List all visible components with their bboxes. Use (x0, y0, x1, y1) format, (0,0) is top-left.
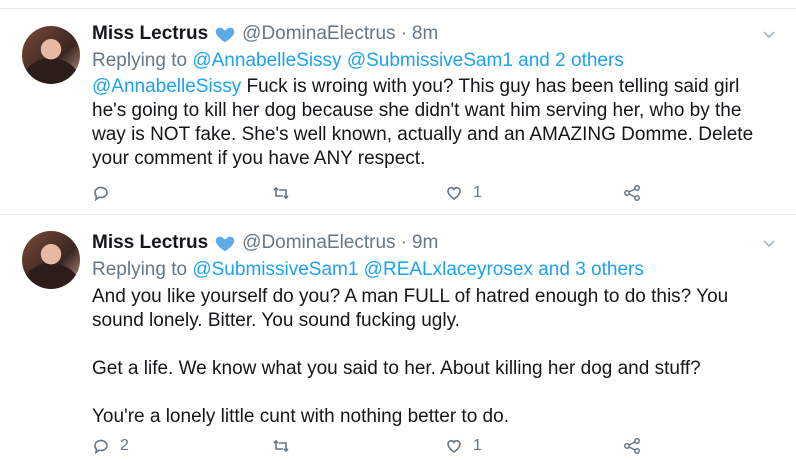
avatar[interactable] (22, 26, 80, 84)
top-divider (0, 0, 796, 9)
heart-icon (447, 187, 461, 200)
reply-icon (94, 439, 108, 455)
replying-others-link[interactable]: 2 others (555, 50, 624, 71)
separator: · (400, 232, 407, 253)
action-bar: 2 1 (92, 437, 652, 461)
timestamp[interactable]: 9m (412, 232, 438, 254)
author-handle[interactable]: @DominaElectrus (242, 23, 395, 45)
retweet-button[interactable] (272, 437, 300, 455)
tweet[interactable]: Miss Lectrus @DominaElectrus · 9m Replyi… (0, 215, 796, 455)
tweet[interactable]: Miss Lectrus @DominaElectrus · 8m Replyi… (0, 9, 796, 215)
share-icon (624, 438, 640, 454)
heart-icon (447, 440, 461, 453)
author-name[interactable]: Miss Lectrus (92, 232, 208, 254)
reply-count: 2 (120, 437, 129, 454)
chevron-down-icon[interactable] (762, 27, 776, 41)
share-button[interactable] (623, 437, 641, 455)
replying-connector: and (518, 50, 550, 71)
tweet-header: Miss Lectrus @DominaElectrus · 9m (92, 230, 438, 256)
retweet-icon (273, 186, 289, 200)
author-handle[interactable]: @DominaElectrus (242, 232, 395, 254)
mention-link[interactable]: @AnnabelleSissy (92, 76, 241, 97)
reply-icon (94, 186, 108, 202)
like-count: 1 (473, 184, 482, 201)
like-button[interactable]: 1 (445, 437, 482, 455)
replying-prefix: Replying to (92, 259, 188, 280)
like-button[interactable]: 1 (445, 184, 482, 202)
reply-button[interactable] (92, 184, 120, 202)
tweet-header: Miss Lectrus @DominaElectrus · 8m (92, 21, 438, 47)
retweet-icon (273, 439, 289, 453)
replying-to: Replying to @AnnabelleSissy @SubmissiveS… (92, 50, 624, 72)
timestamp[interactable]: 8m (412, 23, 438, 45)
share-icon (624, 185, 640, 201)
replying-users-link[interactable]: @SubmissiveSam1 @REALxlaceyrosex (192, 259, 533, 280)
like-count: 1 (473, 437, 482, 454)
share-button[interactable] (623, 184, 641, 202)
avatar[interactable] (22, 231, 80, 289)
replying-others-link[interactable]: 3 others (575, 259, 644, 280)
verified-badge-icon (215, 27, 235, 43)
author-name[interactable]: Miss Lectrus (92, 23, 208, 45)
separator: · (400, 23, 407, 44)
replying-prefix: Replying to (92, 50, 188, 71)
verified-badge-icon (215, 236, 235, 252)
tweet-text: @AnnabelleSissy Fuck is wroing with you?… (92, 75, 772, 171)
replying-connector: and (538, 259, 570, 280)
replying-users-link[interactable]: @AnnabelleSissy @SubmissiveSam1 (192, 50, 513, 71)
tweet-text: And you like yourself do you? A man FULL… (92, 286, 729, 427)
replying-to: Replying to @SubmissiveSam1 @REALxlaceyr… (92, 259, 644, 281)
chevron-down-icon[interactable] (762, 236, 776, 250)
reply-button[interactable]: 2 (92, 437, 129, 455)
action-bar: 1 (92, 184, 652, 208)
retweet-button[interactable] (272, 184, 300, 202)
